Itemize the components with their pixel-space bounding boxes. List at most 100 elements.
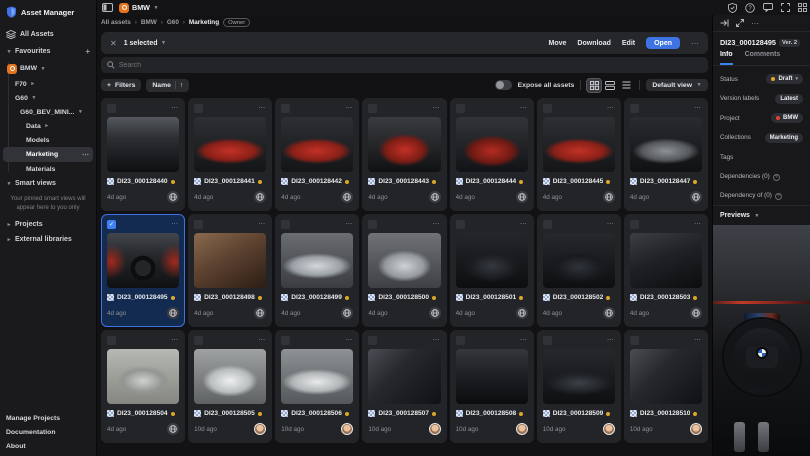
more-actions-icon[interactable]: ⋯ xyxy=(691,39,699,48)
asset-checkbox[interactable]: ✓ xyxy=(630,336,639,345)
sidebar-section-smart-views[interactable]: ▾ Smart views xyxy=(0,176,96,191)
asset-checkbox[interactable]: ✓ xyxy=(368,104,377,113)
version-label-pill[interactable]: Latest xyxy=(775,94,803,104)
search-input[interactable] xyxy=(119,62,702,69)
card-menu-icon[interactable]: ⋯ xyxy=(694,105,702,112)
sort-button[interactable]: Name ↑ xyxy=(146,79,189,92)
card-menu-icon[interactable]: ⋯ xyxy=(171,337,179,344)
asset-checkbox[interactable]: ✓ xyxy=(456,220,465,229)
help-icon[interactable]: ? xyxy=(745,3,755,13)
row-view-icon[interactable] xyxy=(603,79,617,92)
breadcrumb-g60[interactable]: G60 xyxy=(167,19,179,26)
asset-thumbnail[interactable] xyxy=(543,233,615,288)
card-menu-icon[interactable]: ⋯ xyxy=(345,105,353,112)
tree-item-f70[interactable]: F70 ▸ xyxy=(3,77,93,91)
asset-card[interactable]: ✓ ⋯ DI23_000128506 10d ago xyxy=(275,330,359,443)
asset-checkbox[interactable]: ✓ xyxy=(630,220,639,229)
info-icon[interactable]: ? xyxy=(775,193,782,200)
asset-card[interactable]: ✓ ⋯ DI23_000128504 4d ago xyxy=(101,330,185,443)
clear-selection-icon[interactable]: ✕ xyxy=(110,39,117,48)
asset-card[interactable]: ✓ ⋯ DI23_000128441 4d ago xyxy=(188,98,272,211)
asset-card[interactable]: ✓ ⋯ DI23_000128509 10d ago xyxy=(537,330,621,443)
asset-card[interactable]: ✓ ⋯ DI23_000128510 10d ago xyxy=(624,330,708,443)
shield-check-icon[interactable] xyxy=(728,3,737,13)
asset-thumbnail[interactable] xyxy=(456,233,528,288)
info-icon[interactable]: ? xyxy=(773,174,780,181)
expose-all-assets-toggle[interactable] xyxy=(495,80,512,90)
asset-thumbnail[interactable] xyxy=(368,349,440,404)
card-menu-icon[interactable]: ⋯ xyxy=(520,221,528,228)
more-options-icon[interactable]: ⋯ xyxy=(82,151,89,159)
tree-item-bmw[interactable]: BMW ▾ xyxy=(3,60,93,77)
asset-thumbnail[interactable] xyxy=(456,349,528,404)
add-favourite-button[interactable]: + xyxy=(85,47,90,56)
asset-checkbox[interactable]: ✓ xyxy=(194,336,203,345)
tree-item-materials[interactable]: Materials xyxy=(3,162,93,176)
asset-card[interactable]: ✓ ⋯ DI23_000128501 4d ago xyxy=(450,214,534,327)
card-menu-icon[interactable]: ⋯ xyxy=(345,221,353,228)
status-dropdown[interactable]: Draft ▾ xyxy=(766,74,803,84)
more-options-icon[interactable]: ⋯ xyxy=(751,19,759,28)
card-menu-icon[interactable]: ⋯ xyxy=(607,105,615,112)
add-filter-button[interactable]: + Filters xyxy=(101,79,141,91)
search-bar[interactable] xyxy=(101,57,708,73)
toggle-sidebar-icon[interactable] xyxy=(102,3,113,12)
breadcrumb-bmw[interactable]: BMW xyxy=(141,19,157,26)
asset-thumbnail[interactable] xyxy=(194,349,266,404)
asset-checkbox[interactable]: ✓ xyxy=(107,336,116,345)
asset-thumbnail[interactable] xyxy=(281,117,353,172)
open-button[interactable]: Open xyxy=(646,37,680,49)
documentation-link[interactable]: Documentation xyxy=(6,429,90,436)
card-menu-icon[interactable]: ⋯ xyxy=(345,337,353,344)
asset-preview-image[interactable] xyxy=(713,225,810,456)
asset-thumbnail[interactable] xyxy=(630,349,702,404)
card-menu-icon[interactable]: ⋯ xyxy=(694,337,702,344)
list-view-icon[interactable] xyxy=(619,79,633,92)
asset-thumbnail[interactable] xyxy=(107,349,179,404)
asset-card[interactable]: ✓ ⋯ DI23_000128503 4d ago xyxy=(624,214,708,327)
tree-item-models[interactable]: Models xyxy=(3,133,93,147)
asset-thumbnail[interactable] xyxy=(368,117,440,172)
card-menu-icon[interactable]: ⋯ xyxy=(171,105,179,112)
move-button[interactable]: Move xyxy=(549,40,567,47)
previews-section-header[interactable]: Previews ▾ xyxy=(713,205,810,225)
chat-icon[interactable] xyxy=(763,3,773,12)
card-menu-icon[interactable]: ⋯ xyxy=(607,337,615,344)
collapse-panel-icon[interactable] xyxy=(720,19,729,27)
grid-view-icon[interactable] xyxy=(587,79,601,92)
tab-comments[interactable]: Comments xyxy=(745,51,781,65)
collection-pill[interactable]: Marketing xyxy=(765,133,803,143)
expand-preview-icon[interactable] xyxy=(736,19,744,27)
asset-thumbnail[interactable] xyxy=(368,233,440,288)
breadcrumb-marketing[interactable]: Marketing xyxy=(189,19,219,26)
tree-item-g60[interactable]: G60 ▾ xyxy=(3,91,93,105)
fullscreen-icon[interactable] xyxy=(781,3,790,12)
asset-card[interactable]: ✓ ⋯ DI23_000128498 4d ago xyxy=(188,214,272,327)
asset-thumbnail[interactable] xyxy=(543,117,615,172)
about-link[interactable]: About xyxy=(6,443,90,450)
asset-checkbox[interactable]: ✓ xyxy=(281,104,290,113)
asset-card[interactable]: ✓ ⋯ DI23_000128440 4d ago xyxy=(101,98,185,211)
asset-thumbnail[interactable] xyxy=(630,233,702,288)
download-button[interactable]: Download xyxy=(577,40,610,47)
breadcrumb-all-assets[interactable]: All assets xyxy=(101,19,131,26)
card-menu-icon[interactable]: ⋯ xyxy=(171,221,179,228)
sidebar-section-projects[interactable]: ▸ Projects xyxy=(0,217,96,232)
sidebar-item-all-assets[interactable]: All Assets xyxy=(0,26,96,43)
asset-checkbox[interactable]: ✓ xyxy=(456,336,465,345)
asset-card[interactable]: ✓ ⋯ DI23_000128442 4d ago xyxy=(275,98,359,211)
asset-thumbnail[interactable] xyxy=(281,233,353,288)
asset-card[interactable]: ✓ ⋯ DI23_000128443 4d ago xyxy=(362,98,446,211)
asset-card[interactable]: ✓ ⋯ DI23_000128508 10d ago xyxy=(450,330,534,443)
project-pill[interactable]: BMW xyxy=(771,113,804,123)
tree-item-data[interactable]: Data ▸ xyxy=(3,119,93,133)
asset-checkbox[interactable]: ✓ xyxy=(543,336,552,345)
asset-checkbox[interactable]: ✓ xyxy=(368,336,377,345)
apps-grid-icon[interactable] xyxy=(798,3,807,12)
asset-card[interactable]: ✓ ⋯ DI23_000128502 4d ago xyxy=(537,214,621,327)
asset-card[interactable]: ✓ ⋯ DI23_000128507 10d ago xyxy=(362,330,446,443)
asset-checkbox[interactable]: ✓ xyxy=(630,104,639,113)
card-menu-icon[interactable]: ⋯ xyxy=(258,337,266,344)
asset-checkbox[interactable]: ✓ xyxy=(281,336,290,345)
card-menu-icon[interactable]: ⋯ xyxy=(520,105,528,112)
